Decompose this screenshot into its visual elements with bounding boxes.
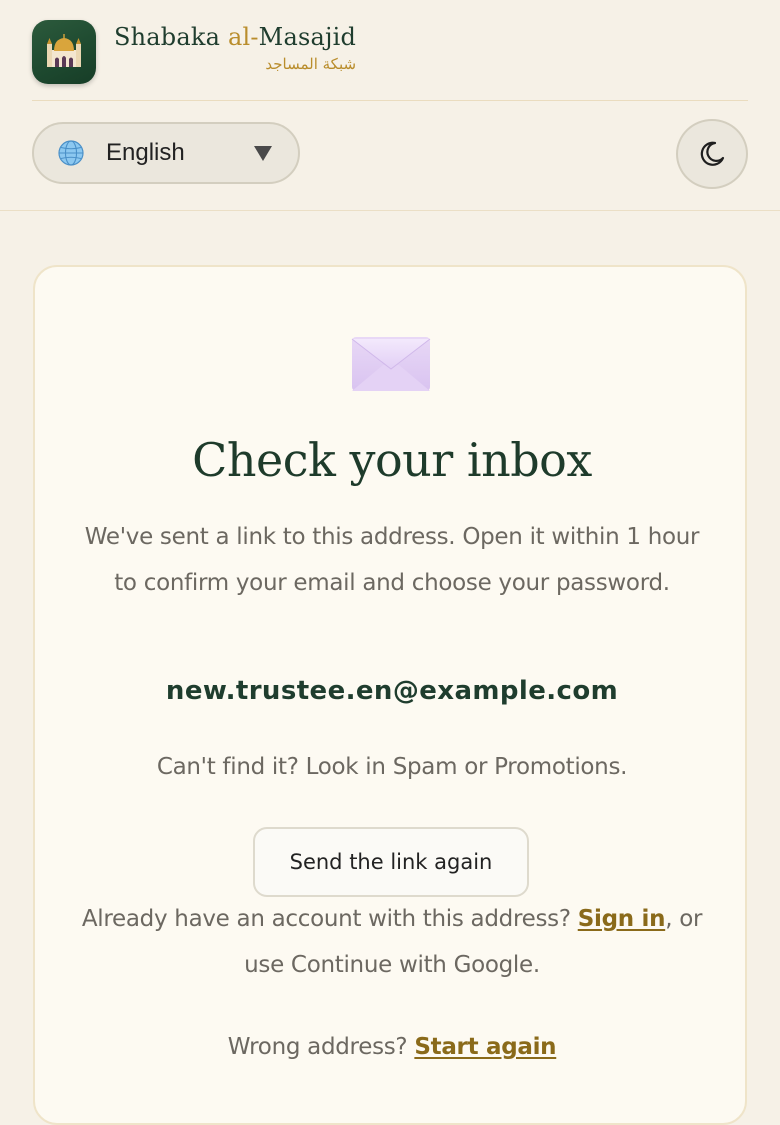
header-divider [32,100,748,101]
sign-in-link[interactable]: Sign in [578,906,666,932]
resend-link-button[interactable]: Send the link again [253,827,529,897]
signin-prefix: Already have an account with this addres… [81,906,578,932]
theme-toggle-button[interactable] [676,119,748,189]
brand-arabic-name: شبكة المساجد [265,55,357,73]
section-divider [0,210,780,211]
mosque-icon [32,20,96,84]
brand-name-part1: Shabaka [114,23,228,51]
language-selected-value: English [106,139,185,166]
brand-name-part2: Masajid [258,23,357,51]
moon-icon [700,141,725,166]
caret-down-icon [254,145,272,161]
signin-text: Already have an account with this addres… [65,896,719,988]
confirmation-card: Check your inbox We've sent a link to th… [33,265,747,1125]
brand-name: Shabaka al-Masajid [114,20,356,54]
wrong-address-text: Wrong address? Start again [35,1027,749,1067]
spam-hint-text: Can't find it? Look in Spam or Promotion… [156,754,628,780]
wrong-address-prefix: Wrong address? [227,1034,415,1060]
brand-text: Shabaka al-Masajid شبكة المساجد [114,20,356,74]
language-select[interactable]: English [32,122,300,184]
start-again-link[interactable]: Start again [414,1034,556,1060]
envelope-icon [351,337,431,391]
instruction-text: We've sent a link to this address. Open … [84,524,700,596]
email-address: new.trustee.en@example.com [165,676,619,706]
brand-name-accent: al- [227,23,259,51]
page-title: Check your inbox [192,433,592,487]
globe-icon [58,140,84,166]
brand[interactable]: Shabaka al-Masajid شبكة المساجد [32,20,356,84]
